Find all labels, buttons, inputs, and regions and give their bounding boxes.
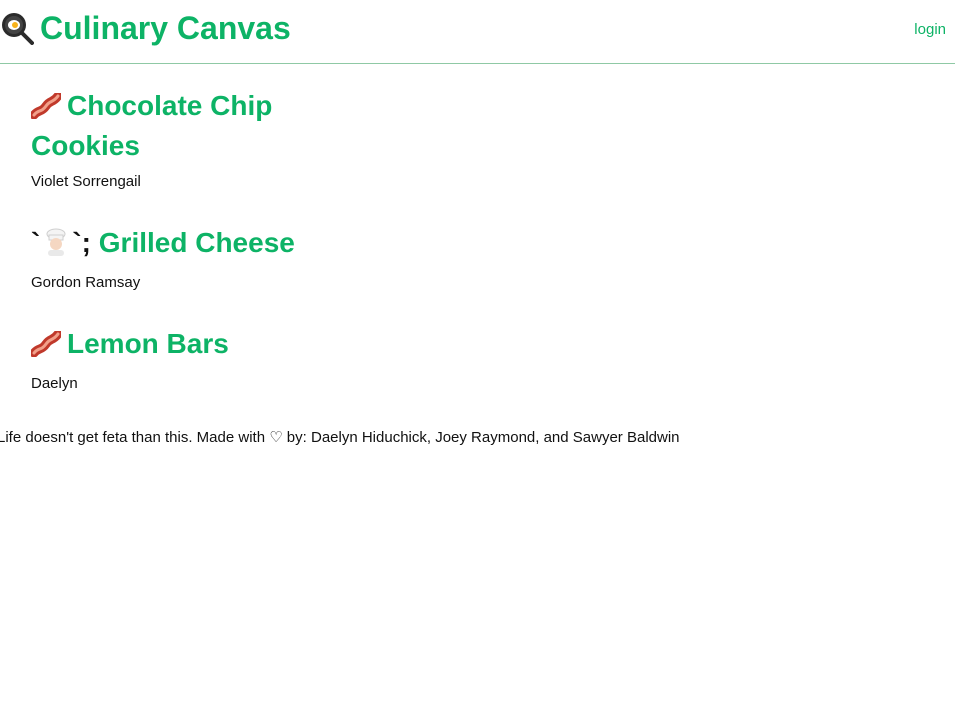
recipe-list: Chocolate Chip Cookies Violet Sorrengail… xyxy=(29,88,431,427)
login-link[interactable]: login xyxy=(914,21,946,38)
recipe-title-link[interactable]: Lemon Bars xyxy=(29,326,321,366)
recipe-author: Violet Sorrengail xyxy=(31,173,141,190)
footer-text: Life doesn't get feta than this. Made wi… xyxy=(0,429,680,446)
recipe-title-link[interactable]: Chocolate Chip Cookies xyxy=(29,88,321,164)
bacon-icon xyxy=(29,329,63,366)
recipe-item: Lemon Bars Daelyn xyxy=(29,326,431,427)
recipe-suffix: `; xyxy=(72,227,91,258)
recipe-item: ` `; Grilled Cheese Gordon Ramsay xyxy=(31,225,431,326)
recipe-item: Chocolate Chip Cookies Violet Sorrengail xyxy=(29,88,431,225)
home-link[interactable]: Culinary Canvas xyxy=(0,8,291,48)
recipe-title-link[interactable]: ` `; Grilled Cheese xyxy=(31,225,351,265)
site-header: Culinary Canvas login xyxy=(0,0,955,64)
recipe-prefix: ` xyxy=(31,227,41,258)
frying-pan-icon xyxy=(0,11,34,45)
recipe-author: Gordon Ramsay xyxy=(31,274,141,291)
bacon-icon xyxy=(29,91,63,128)
recipe-title: Chocolate Chip Cookies xyxy=(31,90,273,161)
chef-icon xyxy=(42,228,70,265)
recipe-title: Grilled Cheese xyxy=(98,227,295,258)
site-title: Culinary Canvas xyxy=(40,10,291,46)
recipe-author: Daelyn xyxy=(31,375,78,392)
recipe-title: Lemon Bars xyxy=(67,328,229,359)
